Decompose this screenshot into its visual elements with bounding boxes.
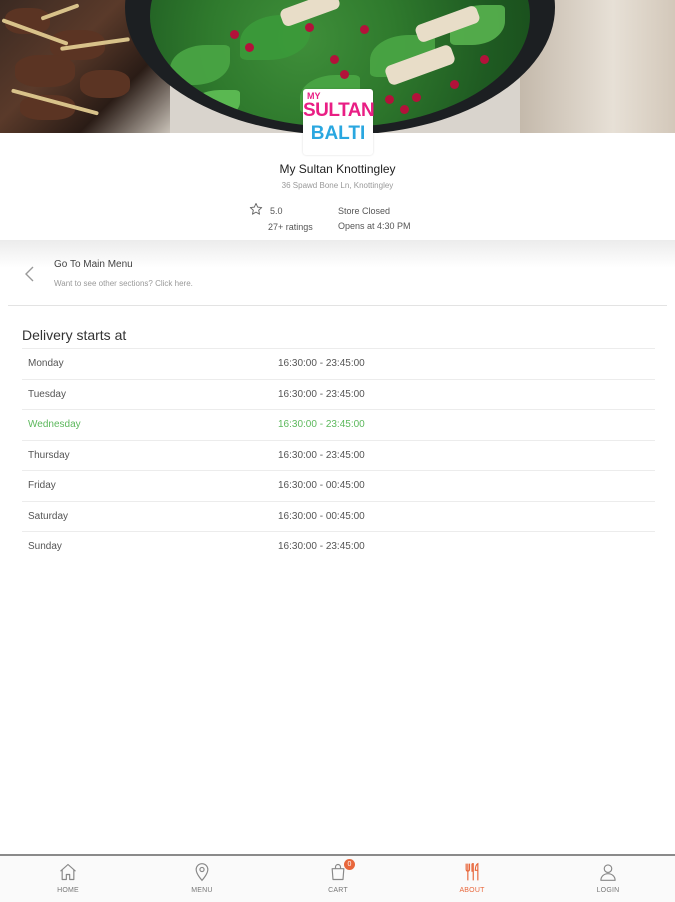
delivery-hours: 16:30:00 - 23:45:00 [278, 388, 365, 400]
delivery-row: Thursday 16:30:00 - 23:45:00 [22, 439, 655, 471]
go-to-main-menu-link[interactable]: Go To Main Menu Want to see other sectio… [8, 248, 667, 306]
delivery-hours: 16:30:00 - 23:45:00 [278, 358, 365, 369]
tab-home[interactable]: HOME [28, 856, 108, 902]
delivery-day: Thursday [28, 449, 70, 461]
delivery-day: Wednesday [28, 419, 81, 430]
store-name: My Sultan Knottingley [279, 162, 396, 176]
delivery-row: Saturday 16:30:00 - 00:45:00 [22, 500, 655, 532]
delivery-hours-table: Monday 16:30:00 - 23:45:00 Tuesday 16:30… [22, 348, 655, 562]
delivery-row-today: Wednesday 16:30:00 - 23:45:00 [22, 409, 655, 440]
tab-cart[interactable]: 0 CART [298, 856, 378, 902]
tab-label: LOGIN [596, 887, 620, 894]
home-icon [60, 863, 76, 881]
bottom-tab-bar: HOME MENU 0 CART ABOUT LOGIN [0, 854, 675, 902]
delivery-section-title: Delivery starts at [22, 327, 127, 343]
delivery-day: Monday [28, 358, 64, 369]
delivery-day: Friday [28, 480, 56, 491]
rating-count: 27+ ratings [268, 222, 313, 232]
delivery-row: Tuesday 16:30:00 - 23:45:00 [22, 378, 655, 410]
tab-label: ABOUT [459, 887, 485, 894]
delivery-row: Friday 16:30:00 - 00:45:00 [22, 470, 655, 501]
main-menu-link-subtitle: Want to see other sections? Click here. [54, 279, 193, 288]
tab-menu[interactable]: MENU [162, 856, 242, 902]
star-icon [249, 202, 263, 215]
logo-text-balti: BALTI [310, 123, 366, 144]
tab-login[interactable]: LOGIN [568, 856, 648, 902]
rating-value: 5.0 [270, 206, 283, 216]
tab-about[interactable]: ABOUT [432, 856, 512, 902]
delivery-day: Saturday [28, 510, 69, 522]
tab-label: HOME [57, 887, 79, 894]
logo-text-sultan: SULTAN [303, 100, 375, 121]
delivery-hours: 16:30:00 - 23:45:00 [278, 449, 365, 461]
store-opening-time: Opens at 4:30 PM [338, 221, 411, 231]
delivery-hours: 16:30:00 - 00:45:00 [278, 510, 365, 522]
tab-label: CART [328, 887, 348, 894]
user-icon [600, 864, 616, 881]
map-pin-icon [195, 863, 209, 882]
tab-label: MENU [191, 887, 213, 894]
store-address: 36 Spawd Bone Ln, Knottingley [281, 181, 394, 190]
delivery-day: Tuesday [28, 388, 66, 400]
store-logo: MY SULTAN BALTI [303, 89, 375, 155]
delivery-row: Sunday 16:30:00 - 23:45:00 [22, 531, 655, 562]
main-menu-link-title: Go To Main Menu [54, 259, 133, 270]
chevron-left-icon [25, 266, 34, 282]
delivery-day: Sunday [28, 541, 62, 552]
delivery-row: Monday 16:30:00 - 23:45:00 [22, 348, 655, 379]
store-status: Store Closed [338, 206, 391, 216]
cart-count-badge: 0 [344, 859, 355, 870]
delivery-hours: 16:30:00 - 23:45:00 [278, 419, 365, 430]
delivery-hours: 16:30:00 - 00:45:00 [278, 480, 365, 491]
delivery-hours: 16:30:00 - 23:45:00 [278, 541, 365, 552]
cutlery-icon [465, 862, 479, 881]
